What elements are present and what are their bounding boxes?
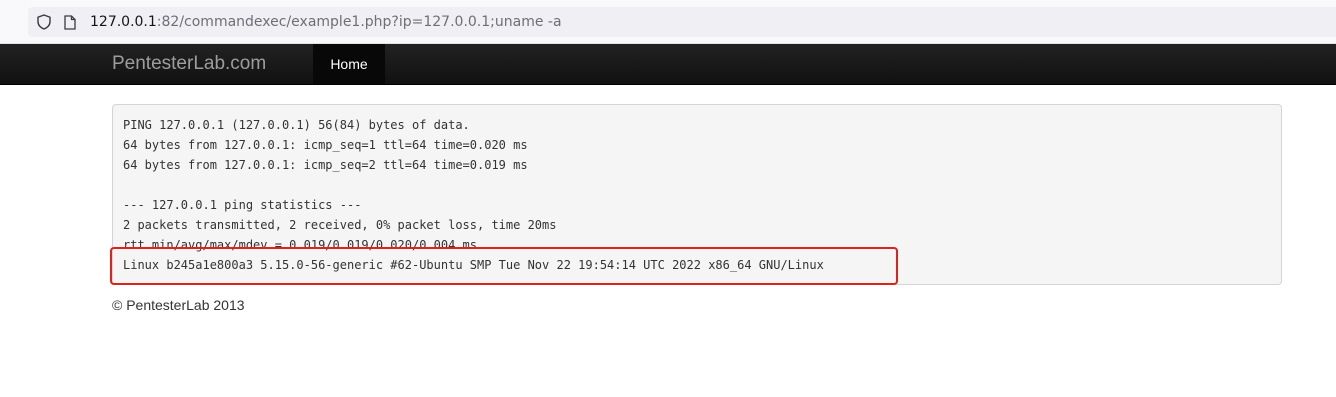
nav-item-home[interactable]: Home [313,44,385,84]
footer-copyright: © PentesterLab 2013 [112,297,245,313]
output-line: 64 bytes from 127.0.0.1: icmp_seq=2 ttl=… [123,158,528,172]
output-line: --- 127.0.0.1 ping statistics --- [123,198,362,212]
output-line: 2 packets transmitted, 2 received, 0% pa… [123,218,557,232]
output-line-uname: Linux b245a1e800a3 5.15.0-56-generic #62… [123,258,824,272]
brand-link[interactable]: PentesterLab.com [112,53,266,75]
browser-toolbar: 127.0.0.1:82/commandexec/example1.php?ip… [0,0,1336,44]
navbar: PentesterLab.com Home [0,44,1336,85]
page-icon [62,14,78,30]
url-input[interactable]: 127.0.0.1:82/commandexec/example1.php?ip… [90,14,562,30]
url-path: :82/commandexec/example1.php?ip=127.0.0.… [156,14,562,30]
output-line: 64 bytes from 127.0.0.1: icmp_seq=1 ttl=… [123,138,528,152]
address-bar[interactable]: 127.0.0.1:82/commandexec/example1.php?ip… [28,7,1336,37]
url-host: 127.0.0.1 [90,14,157,30]
output-line: rtt min/avg/max/mdev = 0.019/0.019/0.020… [123,238,478,252]
output-line: PING 127.0.0.1 (127.0.0.1) 56(84) bytes … [123,118,470,132]
command-output: PING 127.0.0.1 (127.0.0.1) 56(84) bytes … [112,104,1282,285]
shield-icon[interactable] [36,14,52,30]
